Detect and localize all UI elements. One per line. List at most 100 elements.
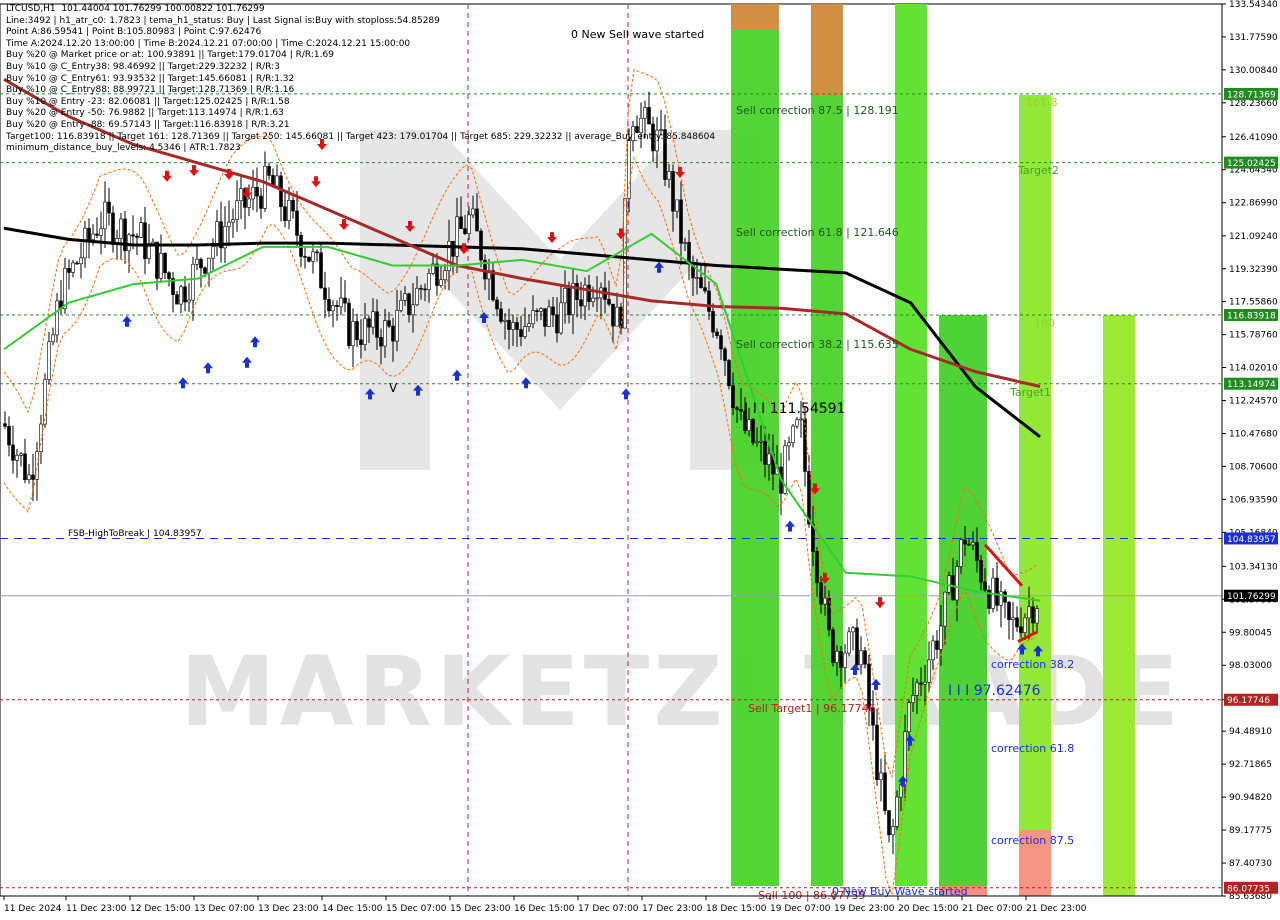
x-tick-label: 17 Dec 23:00 <box>642 904 703 914</box>
candle-body <box>1023 617 1027 633</box>
chart-annotation: correction 38.2 <box>991 658 1074 671</box>
price-tag-label: 125.02425 <box>1227 159 1276 169</box>
candle-body <box>943 591 947 627</box>
candle-body <box>375 311 379 338</box>
chart-annotation: I I I 111.54591 <box>744 401 845 417</box>
candle-body <box>759 440 763 443</box>
candle-body <box>567 287 571 316</box>
candle-body <box>315 251 319 254</box>
candle-body <box>267 165 271 176</box>
candle-body <box>1011 617 1015 620</box>
candle-body <box>503 319 507 322</box>
y-tick-label: 130.00840 <box>1229 66 1278 76</box>
candle-body <box>675 199 679 212</box>
fib-zone <box>811 4 843 95</box>
candle-body <box>735 407 739 410</box>
candle-body <box>751 419 755 443</box>
candle-body <box>563 287 567 304</box>
candle-body <box>47 341 51 380</box>
y-tick-label: 99.80045 <box>1229 628 1272 638</box>
candle-body <box>67 268 71 273</box>
candle-body <box>255 186 259 197</box>
candle-body <box>251 186 255 200</box>
y-tick-label: 89.17775 <box>1229 826 1272 836</box>
candle-body <box>815 551 819 584</box>
candle-body <box>51 334 55 343</box>
candle-body <box>107 201 111 214</box>
candle-body <box>111 212 115 245</box>
candle-body <box>983 581 987 591</box>
candle-body <box>799 418 803 421</box>
candle-body <box>135 235 139 238</box>
y-tick-label: 103.34130 <box>1229 562 1278 572</box>
candle-body <box>555 314 559 334</box>
candle-body <box>839 651 843 668</box>
x-tick-label: 14 Dec 15:00 <box>322 904 383 914</box>
candle-body <box>763 440 767 465</box>
y-tick-label: 108.70600 <box>1229 462 1278 472</box>
candle-body <box>175 294 179 305</box>
y-tick-label: 119.32390 <box>1229 265 1278 275</box>
x-tick-label: 15 Dec 07:00 <box>386 904 447 914</box>
candle-body <box>91 233 95 240</box>
candle-body <box>123 218 127 252</box>
chart-annotation: Sell correction 61.8 | 121.646 <box>736 226 899 239</box>
x-tick-label: 19 Dec 07:00 <box>770 904 831 914</box>
price-tag-label: 104.83957 <box>1227 535 1276 545</box>
candle-body <box>155 241 159 279</box>
candle-body <box>1031 606 1035 624</box>
candle-body <box>31 474 35 480</box>
candle-body <box>207 257 211 274</box>
candle-body <box>363 318 367 345</box>
candle-body <box>963 539 967 545</box>
candle-body <box>191 263 195 301</box>
candle-body <box>355 321 359 341</box>
candle-body <box>519 329 523 337</box>
chart-annotation: Target1 <box>1009 386 1051 399</box>
candle-body <box>459 216 463 229</box>
y-tick-label: 122.86990 <box>1229 199 1278 209</box>
candle-body <box>407 293 411 315</box>
candle-body <box>475 208 479 232</box>
y-tick-label: 114.02010 <box>1229 364 1278 374</box>
candle-body <box>891 826 895 836</box>
chart-annotation: Sell correction 38.2 | 115.635 <box>736 338 899 351</box>
candle-body <box>75 262 79 265</box>
price-tag-label: 96.17746 <box>1227 696 1270 706</box>
candle-body <box>339 297 343 308</box>
candle-body <box>863 650 867 665</box>
candle-body <box>703 287 707 292</box>
candle-body <box>159 253 163 279</box>
candle-body <box>699 277 703 288</box>
x-tick-label: 17 Dec 07:00 <box>578 904 639 914</box>
info-line: Buy %10 @ Entry -23: 82.06081 || Target:… <box>6 96 290 107</box>
candle-body <box>227 221 231 227</box>
time-axis: 11 Dec 2024 11 Dec 23:00 12 Dec 15:00 13 De… <box>0 895 1222 914</box>
info-line: Target100: 116.83918 || Target 161: 128.… <box>6 131 716 142</box>
candle-body <box>927 659 931 683</box>
candle-body <box>163 253 167 274</box>
info-panel: LTCUSD,H1 101.44004 101.76299 100.00822 … <box>6 4 715 155</box>
candle-body <box>679 199 683 244</box>
candle-body <box>391 325 395 342</box>
candle-body <box>343 297 347 304</box>
info-line: Buy %10 @ C_Entry38: 98.46992 || Target:… <box>6 61 280 72</box>
candle-body <box>535 310 539 312</box>
x-tick-label: 15 Dec 23:00 <box>450 904 511 914</box>
candle-body <box>451 240 455 257</box>
candle-body <box>707 290 711 312</box>
chart-annotation: 161.8 <box>1026 96 1058 109</box>
candle-body <box>411 304 415 315</box>
candle-body <box>615 306 619 327</box>
candle-body <box>1027 606 1031 619</box>
candle-body <box>851 627 855 633</box>
fib-zone <box>1019 95 1051 830</box>
y-tick-label: 112.24570 <box>1229 397 1278 407</box>
x-tick-label: 11 Dec 2024 <box>4 904 62 914</box>
candle-body <box>819 582 823 605</box>
candle-body <box>911 695 915 703</box>
chart-annotation: Sell correction 87.5 | 128.191 <box>736 104 899 117</box>
candle-body <box>951 575 955 601</box>
candle-body <box>183 286 187 303</box>
chart-annotation: correction 61.8 <box>991 742 1074 755</box>
